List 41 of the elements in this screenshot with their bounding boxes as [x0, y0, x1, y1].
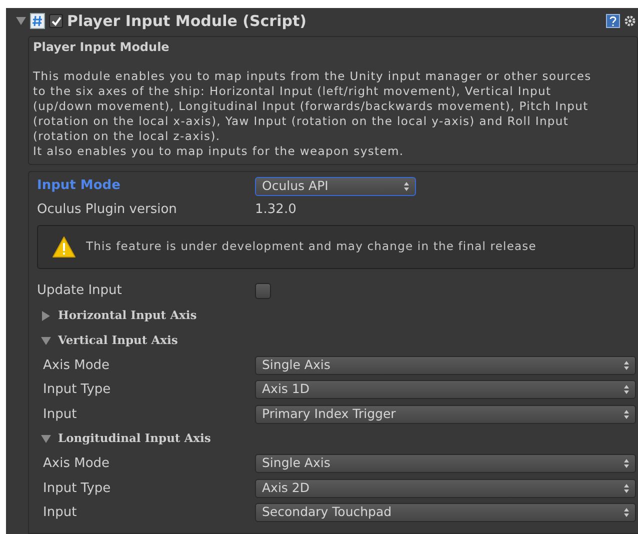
foldout-header[interactable]: Horizontal Input Axis — [37, 303, 197, 328]
foldout-header[interactable]: Vertical Input Axis — [37, 328, 178, 353]
expanded-triangle-icon[interactable] — [41, 336, 51, 346]
field-label: Axis Mode — [43, 455, 111, 473]
field-label: Axis Mode — [43, 356, 111, 374]
dropdown-arrows-icon — [624, 410, 629, 419]
dropdown-arrows-icon — [624, 385, 629, 394]
collapsed-triangle-icon[interactable] — [41, 310, 51, 320]
expanded-triangle-icon[interactable] — [41, 434, 51, 444]
description-title: Player Input Module — [33, 40, 170, 55]
help-icon[interactable] — [606, 14, 620, 28]
dropdown[interactable]: Axis 1D — [255, 380, 636, 400]
dropdown-arrows-icon — [624, 508, 629, 518]
field-label: Input Type — [43, 480, 112, 498]
dropdown-arrows-icon — [624, 360, 629, 370]
dropdown[interactable]: Axis 2D — [255, 478, 636, 498]
field-label: Input — [43, 504, 78, 522]
foldout-header[interactable]: Longitudinal Input Axis — [37, 426, 211, 452]
field-label: Input Mode — [37, 177, 122, 196]
dropdown[interactable]: Oculus API — [255, 176, 416, 196]
field-value: 1.32.0 — [255, 201, 296, 220]
enabled-checkbox[interactable] — [49, 14, 63, 28]
dropdown[interactable]: Single Axis — [255, 356, 636, 375]
field-label: Update Input — [37, 282, 123, 300]
dropdown-arrows-icon — [404, 182, 409, 190]
settings-icon[interactable] — [624, 15, 636, 27]
description-text: This module enables you to map inputs from the Unity input manager or other sources to the six axes of the ship: Horizontal Input (left/right movement), Vertical Input (up/down movement), Longitudinal Input (forwards/backwards movement), Pitch Input (rotation on the local x-axis), Yaw Input (rotation on the local y-axis) and Roll Input (rotation on the local z-axis). It also enables you to map inputs for the weapon system. — [33, 69, 592, 159]
expanded-triangle-icon[interactable] — [16, 16, 26, 26]
field-label: Input Type — [43, 381, 112, 399]
update-input-checkbox[interactable] — [255, 283, 271, 299]
dropdown-arrows-icon — [624, 484, 629, 493]
dropdown[interactable]: Single Axis — [255, 454, 636, 474]
field-label: Input — [43, 406, 78, 424]
script-file-icon — [30, 13, 45, 29]
component-title: Player Input Module (Script) — [67, 10, 306, 32]
dropdown[interactable]: Primary Index Trigger — [255, 404, 636, 424]
warning-message: This feature is under development and may change in the final release — [86, 238, 536, 256]
warning-icon — [52, 236, 76, 258]
field-label: Oculus Plugin version — [37, 201, 178, 220]
dropdown[interactable]: Secondary Touchpad — [255, 503, 636, 522]
dropdown-arrows-icon — [624, 459, 629, 468]
